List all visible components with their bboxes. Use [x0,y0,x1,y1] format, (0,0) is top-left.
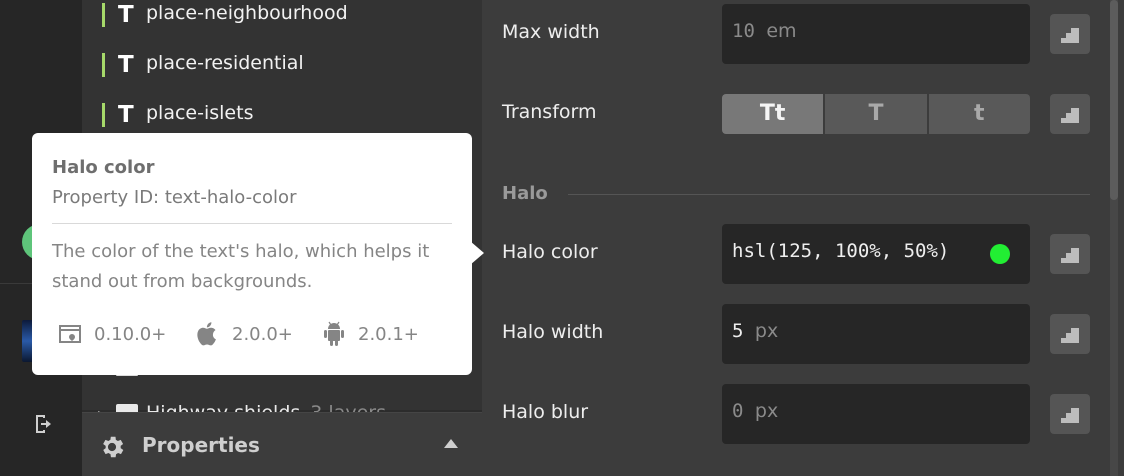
max-width-input[interactable]: 10 em [722,4,1030,64]
halo-blur-label: Halo blur [502,401,589,423]
chevron-up-icon[interactable] [444,439,458,448]
layer-name: place-islets [146,102,254,124]
layer-row[interactable]: T place-residential [82,50,482,100]
tooltip-property-id: Property ID: text-halo-color [52,187,297,208]
layer-color-bar [102,103,105,127]
scrollbar-thumb[interactable] [1110,0,1118,200]
zoom-function-button[interactable] [1050,234,1090,274]
tooltip-title: Halo color [52,157,155,178]
apple-icon [197,322,216,346]
text-layer-icon: T [118,52,134,78]
android-icon [324,321,344,346]
sdk-version: 2.0.1+ [358,323,419,345]
tooltip-divider [52,223,452,224]
tooltip-arrow [470,241,484,265]
logout-icon[interactable] [32,412,56,436]
gear-icon [103,436,124,458]
zoom-function-button[interactable] [1050,14,1090,54]
halo-width-label: Halo width [502,321,604,343]
text-layer-icon: T [118,2,134,28]
zoom-function-button[interactable] [1050,94,1090,134]
halo-color-label: Halo color [502,241,598,263]
properties-panel-toggle[interactable]: Properties [82,412,482,476]
halo-width-input[interactable]: 5 px [722,304,1030,364]
section-divider [568,194,1090,195]
transform-option-none[interactable]: Tt [722,94,824,134]
properties-label: Properties [142,433,260,457]
transform-option-uppercase[interactable]: T [823,94,927,134]
halo-color-value: hsl(125, 100%, 50%) [732,240,950,262]
layer-color-bar [102,3,105,27]
function-stairs-icon [1061,248,1079,263]
color-swatch[interactable] [990,244,1010,264]
max-width-placeholder: 10 em [732,20,797,42]
halo-width-value: 5 px [732,320,779,342]
layer-name: place-residential [146,52,304,74]
zoom-function-button[interactable] [1050,314,1090,354]
tooltip-description: The color of the text's halo, which help… [52,241,430,292]
sdk-support-android: 2.0.1+ [322,321,419,347]
function-stairs-icon [1061,108,1079,123]
app-root: T place-neighbourhood T place-residentia… [0,0,1124,476]
layer-row[interactable]: T place-neighbourhood [82,0,482,50]
zoom-function-button[interactable] [1050,394,1090,434]
section-heading-halo: Halo [502,183,548,204]
sdk-version: 2.0.0+ [232,323,293,345]
halo-color-input[interactable]: hsl(125, 100%, 50%) [722,224,1030,284]
max-width-label: Max width [502,21,600,43]
sdk-support-web: 0.10.0+ [58,321,166,347]
web-map-icon [59,325,81,343]
sdk-version: 0.10.0+ [94,323,167,345]
function-stairs-icon [1061,28,1079,43]
transform-label: Transform [502,101,597,123]
text-layer-icon: T [118,102,134,128]
halo-blur-placeholder: 0 px [732,400,779,422]
transform-option-lowercase[interactable]: t [926,94,1030,134]
layer-name: place-neighbourhood [146,2,348,24]
property-doc-tooltip: Halo color Property ID: text-halo-color … [32,133,484,375]
layer-color-bar [102,53,105,77]
halo-blur-input[interactable]: 0 px [722,384,1030,444]
function-stairs-icon [1061,328,1079,343]
properties-panel: Max width 10 em Transform Tt T t Halo Ha… [482,0,1124,476]
function-stairs-icon [1061,408,1079,423]
transform-toggle[interactable]: Tt T t [722,94,1030,134]
sdk-support-ios: 2.0.0+ [196,321,293,347]
